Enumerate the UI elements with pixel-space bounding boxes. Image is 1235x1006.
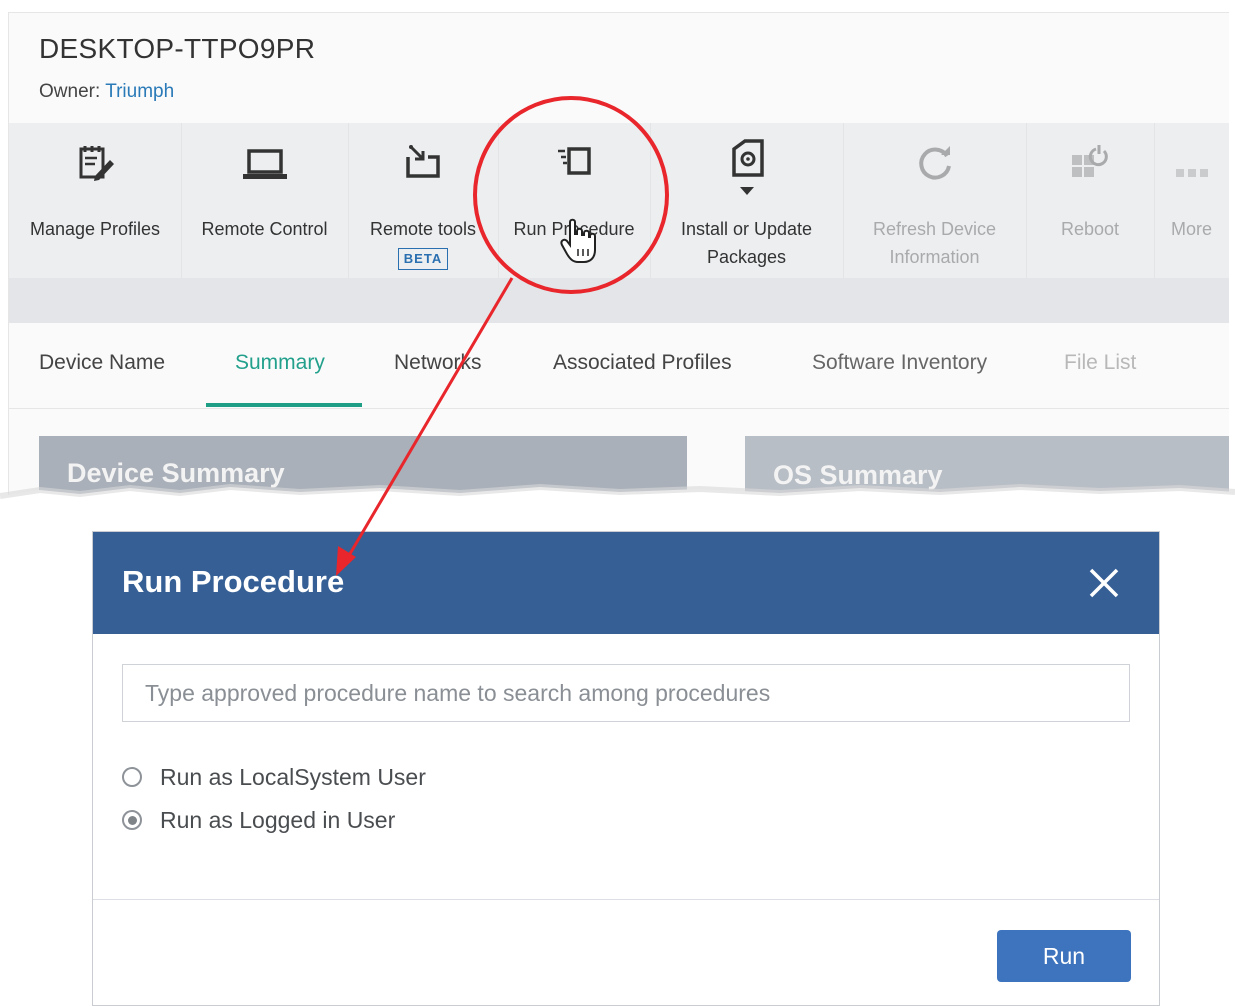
more-label: More (1170, 219, 1212, 239)
device-details-page: DESKTOP-TTPO9PR Owner: Triumph Manage Pr… (8, 12, 1229, 513)
run-procedure-icon (553, 143, 595, 188)
dialog-divider (93, 899, 1159, 900)
tab-device-name[interactable]: Device Name (39, 351, 165, 375)
remote-tools-label: Remote tools (369, 219, 477, 239)
more-dots-icon (1174, 163, 1210, 184)
dialog-title: Run Procedure (122, 564, 345, 599)
tab-file-list[interactable]: File List (1064, 351, 1136, 375)
package-install-icon (726, 137, 768, 204)
tab-summary[interactable]: Summary (235, 351, 325, 375)
remote-tools-icon (402, 143, 444, 188)
run-as-localsystem-option[interactable]: Run as LocalSystem User (122, 760, 426, 794)
refresh-label-line1: Refresh Device (872, 219, 997, 239)
install-label-line1: Install or Update (680, 219, 813, 239)
manage-profiles-label: Manage Profiles (29, 219, 161, 239)
more-button[interactable]: More (1154, 123, 1229, 278)
refresh-device-information-button[interactable]: Refresh Device Information (843, 123, 1027, 278)
beta-badge: BETA (397, 248, 449, 270)
device-tabs: Device Name Summary Networks Associated … (9, 323, 1229, 409)
run-procedure-button[interactable]: Run Procedure (498, 123, 651, 278)
radio-logged-in[interactable] (122, 810, 142, 830)
manage-profiles-button[interactable]: Manage Profiles (9, 123, 182, 278)
radio-selected-dot (127, 815, 137, 825)
radio-localsystem[interactable] (122, 767, 142, 787)
laptop-icon (240, 143, 290, 188)
tab-networks[interactable]: Networks (394, 351, 482, 375)
remote-control-button[interactable]: Remote Control (181, 123, 349, 278)
device-header: DESKTOP-TTPO9PR Owner: Triumph (9, 13, 1229, 123)
reboot-icon (1068, 143, 1112, 188)
radio-logged-in-label: Run as Logged in User (160, 806, 396, 833)
device-toolbar: Manage Profiles Remote Control Remote to… (9, 123, 1229, 278)
run-procedure-label: Run Procedure (513, 219, 635, 239)
refresh-icon (915, 143, 955, 188)
remote-control-label: Remote Control (201, 219, 328, 239)
refresh-label-line2: Information (889, 247, 980, 267)
close-icon[interactable] (1087, 566, 1121, 600)
tab-associated-profiles[interactable]: Associated Profiles (553, 351, 732, 375)
run-procedure-dialog: Run Procedure Run as LocalSystem User Ru… (92, 531, 1160, 1006)
device-title: DESKTOP-TTPO9PR (39, 33, 316, 64)
run-as-logged-in-option[interactable]: Run as Logged in User (122, 803, 395, 837)
radio-localsystem-label: Run as LocalSystem User (160, 763, 426, 790)
remote-tools-button[interactable]: Remote tools BETA (348, 123, 499, 278)
reboot-label: Reboot (1060, 219, 1120, 239)
owner-link[interactable]: Triumph (105, 81, 174, 102)
torn-edge (0, 483, 1235, 538)
owner-label: Owner: (39, 81, 106, 102)
toolbar-strip (9, 278, 1229, 323)
procedure-search-input[interactable] (122, 664, 1130, 722)
active-tab-indicator (206, 403, 362, 407)
tab-software-inventory[interactable]: Software Inventory (812, 351, 987, 375)
install-label-line2: Packages (706, 247, 787, 267)
reboot-button[interactable]: Reboot (1026, 123, 1155, 278)
device-owner: Owner: Triumph (39, 81, 174, 103)
install-update-packages-button[interactable]: Install or Update Packages (650, 123, 844, 278)
run-button[interactable]: Run (997, 930, 1131, 982)
notepad-pencil-icon (75, 143, 115, 188)
dialog-header: Run Procedure (93, 532, 1159, 634)
